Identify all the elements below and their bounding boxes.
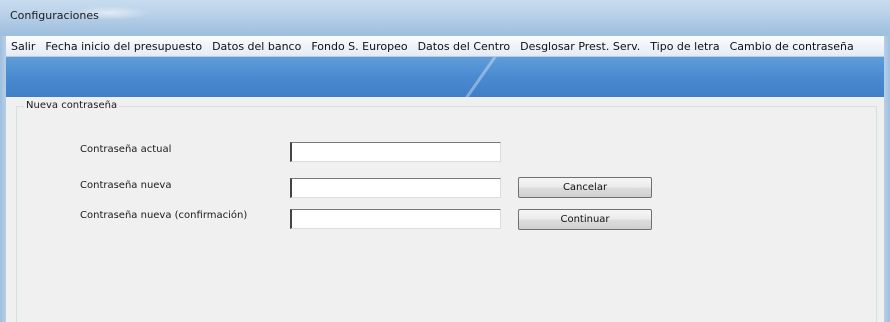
menu-item-datos-centro[interactable]: Datos del Centro [413,37,516,56]
window-title: Configuraciones [10,9,99,22]
menu-item-desglosar-prest-serv[interactable]: Desglosar Prest. Serv. [515,37,645,56]
header-band-streak [456,57,499,97]
menu-item-cambio-contrasena[interactable]: Cambio de contraseña [725,37,859,56]
window-frame-right [884,36,890,322]
new-password-field[interactable] [290,178,501,198]
cancel-button[interactable]: Cancelar [518,177,652,198]
menu-item-salir[interactable]: Salir [7,37,40,56]
configuraciones-window: Configuraciones Salir Fecha inicio del p… [0,0,890,322]
confirm-password-label: Contraseña nueva (confirmación) [80,210,248,221]
menu-item-fondo-s-europeo[interactable]: Fondo S. Europeo [306,37,412,56]
menu-bar: Salir Fecha inicio del presupuesto Datos… [6,36,884,57]
menu-item-fecha-inicio-presupuesto[interactable]: Fecha inicio del presupuesto [40,37,207,56]
menu-item-datos-banco[interactable]: Datos del banco [207,37,306,56]
confirm-password-field[interactable] [290,209,501,229]
current-password-field[interactable] [290,142,501,162]
password-group-legend: Nueva contraseña [24,100,120,112]
continue-button[interactable]: Continuar [518,209,652,230]
menu-item-tipo-letra[interactable]: Tipo de letra [645,37,724,56]
title-bar[interactable]: Configuraciones [0,0,890,36]
current-password-label: Contraseña actual [80,144,172,155]
new-password-label: Contraseña nueva [80,180,172,191]
header-band [6,57,884,97]
